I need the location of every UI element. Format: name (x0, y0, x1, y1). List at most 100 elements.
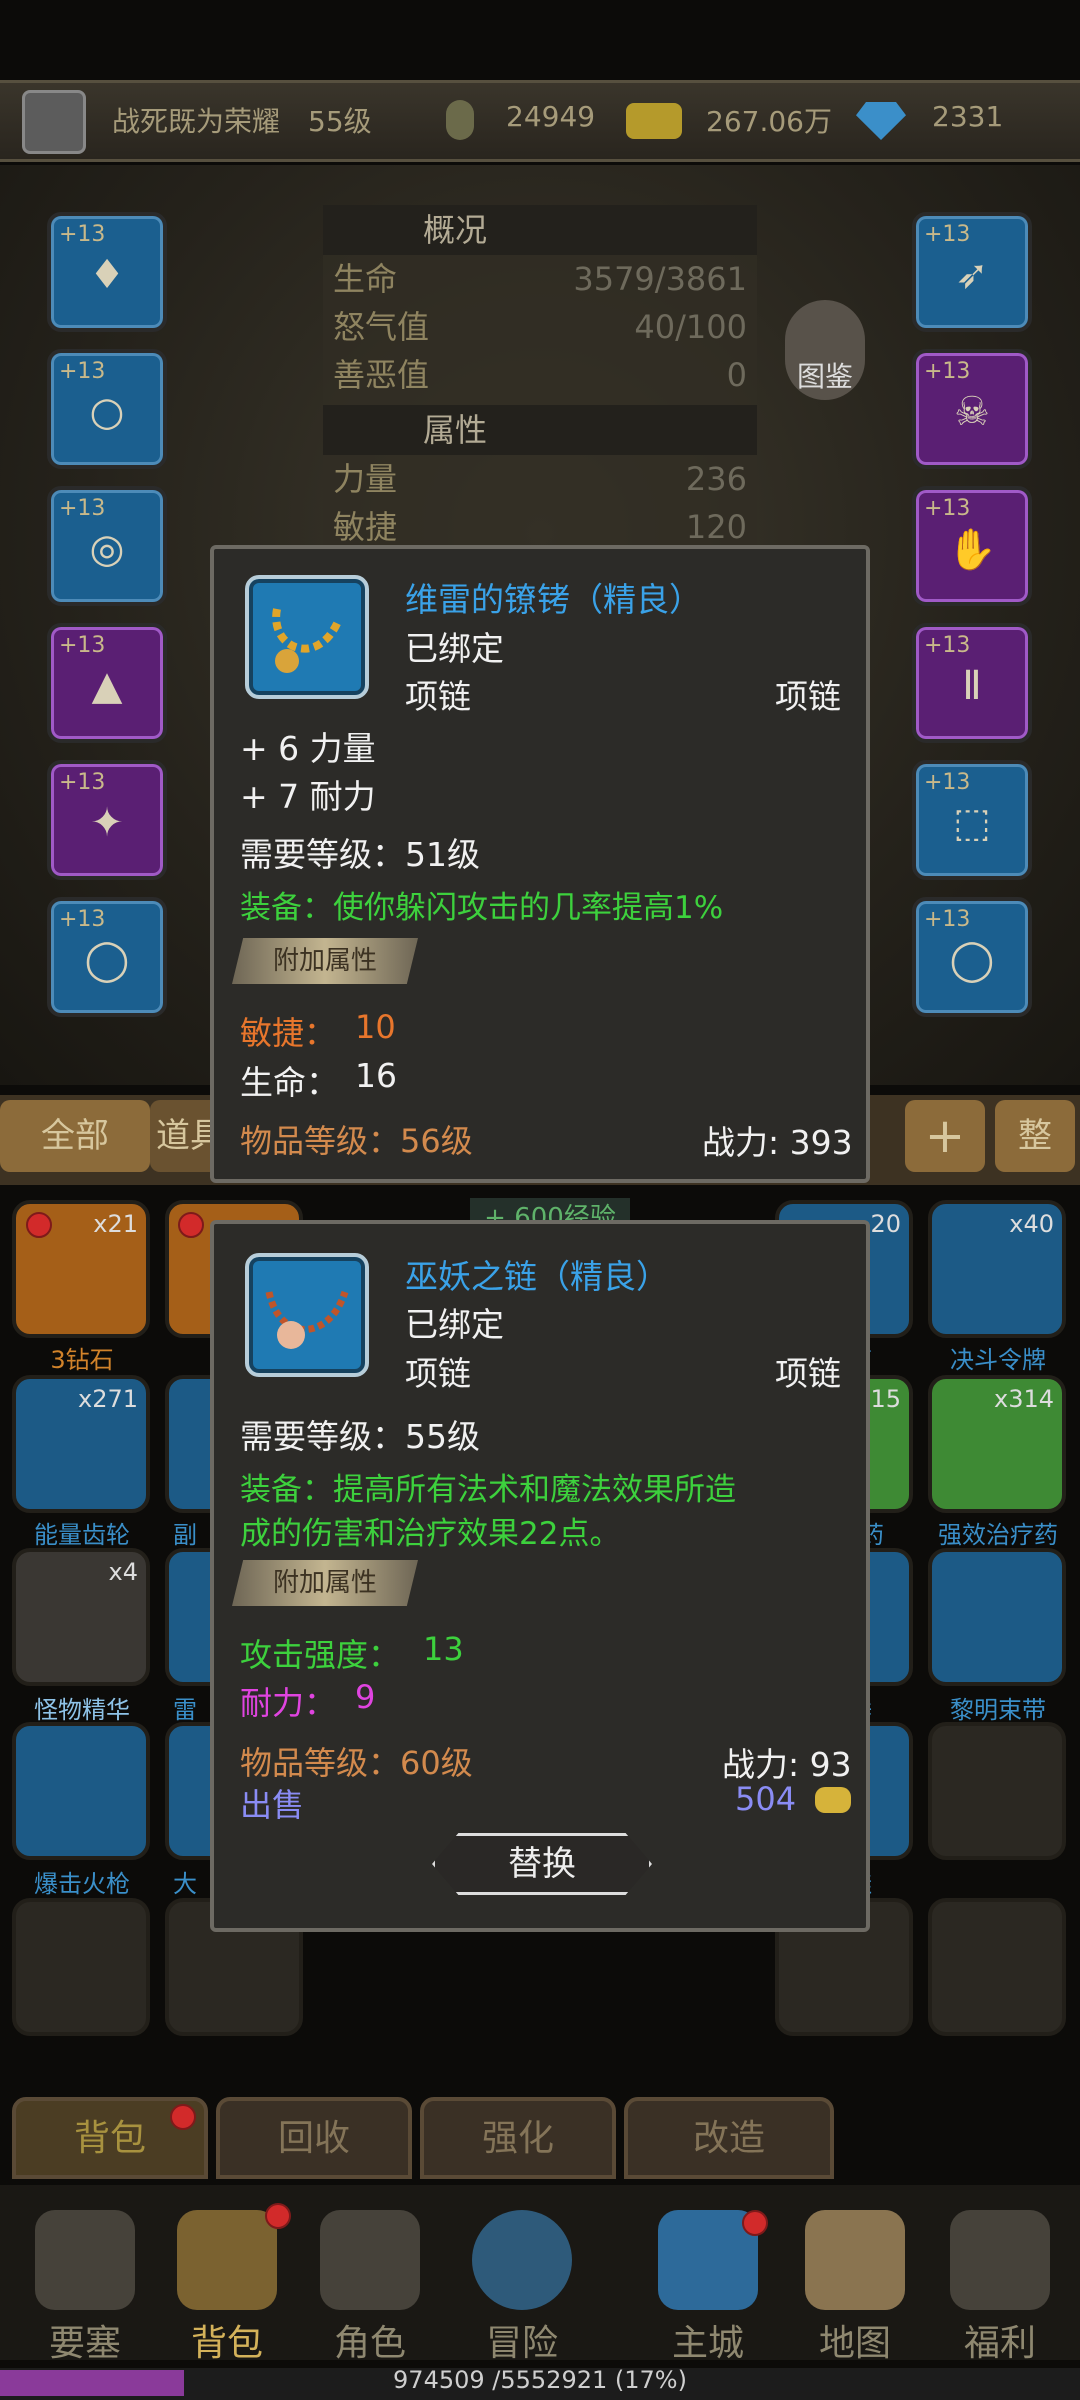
slot-level: +13 (924, 633, 971, 658)
nav-fortress[interactable]: 要塞 (20, 2210, 150, 2364)
sort-button[interactable]: 整 (995, 1100, 1075, 1172)
extra-attr-value: 13 (423, 1630, 464, 1668)
slot-level: +13 (59, 633, 106, 658)
add-button[interactable]: + (905, 1100, 985, 1172)
gauntlet-icon: ✋ (947, 527, 997, 573)
equip-slot-legs[interactable]: +13 Ⅱ (912, 623, 1032, 743)
item-slot-type: 项链 (405, 1354, 471, 1393)
necklace-icon (272, 608, 343, 673)
attributes-header: 属性 (323, 405, 757, 455)
inventory-slot[interactable]: x4 (12, 1548, 150, 1686)
stat-value: 120 (685, 508, 747, 546)
inventory-slot[interactable] (12, 1898, 150, 2036)
item-count: x4 (108, 1558, 138, 1586)
item-stat: + 7 耐力 (240, 777, 376, 816)
diamond-value: 2331 (932, 100, 1004, 133)
inventory-slot[interactable] (928, 1898, 1066, 2036)
item-power: 战力: 93 (722, 1745, 852, 1784)
bracer-icon: ✦ (90, 800, 124, 846)
inventory-item-label: 能量齿轮 (34, 1521, 130, 1549)
equip-slot-head[interactable]: +13 ♦ (47, 212, 167, 332)
stat-value: 40/100 (634, 308, 747, 346)
extra-attributes-ribbon: 附加属性 (232, 938, 418, 984)
sell-price: 504 (735, 1780, 797, 1818)
attributes-title: 属性 (423, 411, 488, 449)
equip-slot-boots[interactable]: +13 ⬚ (912, 760, 1032, 880)
inventory-slot[interactable]: x40 (928, 1200, 1066, 1338)
equip-slot-neck[interactable]: +13 ○ (47, 349, 167, 469)
equip-slot-gloves[interactable]: +13 ✋ (912, 486, 1032, 606)
slot-level: +13 (59, 222, 106, 247)
boots-icon: ⬚ (953, 800, 991, 846)
tab-reforge[interactable]: 改造 (624, 2097, 834, 2179)
tab-all[interactable]: 全部 (0, 1100, 150, 1172)
item-count: x271 (77, 1385, 138, 1413)
nav-map[interactable]: 地图 (790, 2210, 920, 2364)
item-subtype: 项链 (775, 1354, 841, 1393)
nav-backpack[interactable]: 背包 (162, 2210, 292, 2364)
slot-level: +13 (59, 907, 106, 932)
extra-attr-label: 攻击强度： (240, 1636, 401, 1674)
stat-label: 怒气值 (333, 308, 430, 346)
codex-button[interactable]: 图鉴 (785, 300, 865, 400)
gift-bag-icon (950, 2210, 1050, 2310)
inventory-item-label: 副 (173, 1521, 197, 1549)
stat-row: 力量 236 (323, 455, 757, 503)
equip-slot-weapon[interactable]: +13 ➶ (912, 212, 1032, 332)
stat-row: 生命 3579/3861 (323, 255, 757, 303)
equip-slot-chest[interactable]: +13 ▲ (47, 623, 167, 743)
inventory-slot[interactable] (928, 1548, 1066, 1686)
ring-icon: ◯ (949, 937, 995, 983)
inventory-item-label: 爆击火枪 (34, 1870, 130, 1898)
overview-title: 概况 (423, 211, 488, 249)
notification-dot (265, 2203, 291, 2229)
equip-slot-wrist[interactable]: +13 ✦ (47, 760, 167, 880)
extra-attr-value: 16 (355, 1056, 397, 1095)
gold-icon (626, 103, 682, 139)
item-subtype: 项链 (775, 677, 841, 716)
player-name: 战死既为荣耀 (112, 105, 281, 138)
sell-link[interactable]: 出售 (240, 1780, 304, 1826)
chain-necklace-icon (265, 1290, 349, 1349)
inventory-item-label: 强效治疗药 (938, 1521, 1058, 1549)
tab-enhance[interactable]: 强化 (420, 2097, 616, 2179)
codex-label: 图鉴 (796, 360, 853, 393)
slot-level: +13 (59, 359, 106, 384)
inventory-slot[interactable] (928, 1722, 1066, 1860)
slot-level: +13 (924, 496, 971, 521)
item-power: 战力: 393 (702, 1123, 853, 1162)
equip-slot-shoulder[interactable]: +13 ◎ (47, 486, 167, 606)
nav-character[interactable]: 角色 (305, 2210, 435, 2364)
stat-label: 生命 (333, 260, 398, 298)
slot-level: +13 (59, 496, 106, 521)
slot-level: +13 (924, 222, 971, 247)
inventory-slot[interactable] (12, 1722, 150, 1860)
inventory-slot[interactable]: x271 (12, 1375, 150, 1513)
nav-welfare[interactable]: 福利 (935, 2210, 1065, 2364)
tab-recycle[interactable]: 回收 (216, 2097, 412, 2179)
new-item-dot (26, 1212, 52, 1238)
item-level: 物品等级：60级 (240, 1744, 473, 1782)
slot-level: +13 (924, 359, 971, 384)
stat-label: 力量 (333, 460, 398, 498)
inventory-item-label: 黎明束带 (950, 1696, 1046, 1724)
extra-attr-value: 10 (355, 1008, 396, 1046)
equip-slot-offhand[interactable]: +13 ☠ (912, 349, 1032, 469)
item-name: 巫妖之链（精良） (405, 1257, 669, 1296)
item-name: 维雷的镣铐（精良） (405, 580, 702, 619)
replace-button[interactable]: 替换 (432, 1833, 652, 1895)
nav-label: 冒险 (485, 2323, 558, 2364)
honor-value: 24949 (506, 100, 596, 133)
extra-attr-value: 9 (355, 1678, 376, 1716)
nav-adventure[interactable]: 冒险 (457, 2210, 587, 2364)
extra-attributes-ribbon: 附加属性 (232, 1560, 418, 1606)
nav-label: 主城 (671, 2323, 744, 2364)
equip-slot-ring2[interactable]: +13 ◯ (912, 897, 1032, 1017)
item-count: 20 (870, 1210, 901, 1238)
player-avatar[interactable] (22, 90, 86, 154)
item-bound: 已绑定 (405, 1305, 504, 1344)
inventory-slot[interactable]: x314 (928, 1375, 1066, 1513)
notification-dot (170, 2104, 196, 2130)
equip-slot-ring1[interactable]: +13 ◯ (47, 897, 167, 1017)
nav-label: 角色 (333, 2323, 406, 2364)
